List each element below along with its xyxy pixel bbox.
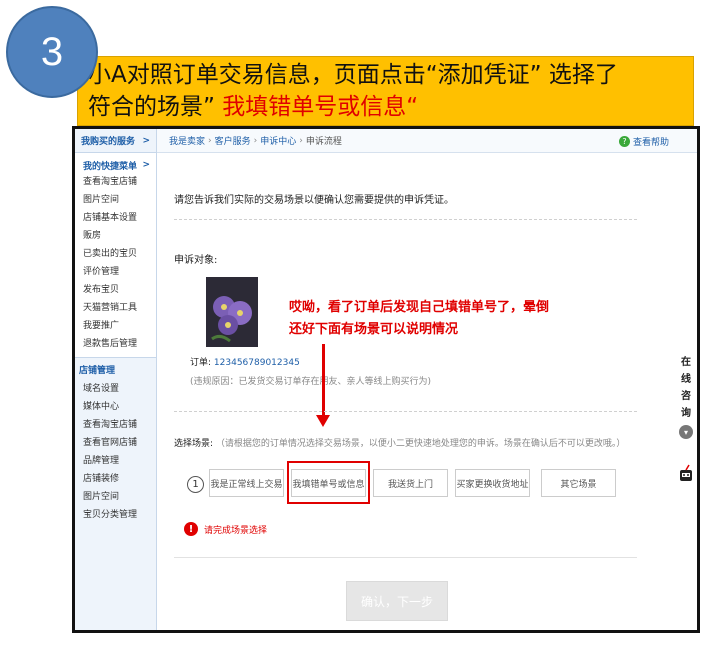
selection-highlight-box bbox=[287, 461, 370, 504]
scenario-hint: （请根据您的订单情况选择交易场景，以便小二更快速地处理您的申诉。场景在确认后不可… bbox=[215, 439, 626, 449]
quick-menu-title[interactable]: 我的快捷菜单 > bbox=[83, 157, 156, 173]
annotation-line-2: 还好下面有场景可以说明情况 bbox=[289, 322, 459, 337]
breadcrumb-link[interactable]: 申诉中心 bbox=[260, 134, 296, 147]
consult-char: 在 bbox=[681, 357, 691, 368]
divider bbox=[174, 557, 637, 558]
violation-reason: (违规原因：已发货交易订单存在朋友、亲人等线上购买行为) bbox=[190, 377, 432, 387]
order-label: 订单: bbox=[190, 358, 212, 368]
divider bbox=[174, 219, 637, 220]
instruction-banner: 小A对照订单交易信息，页面点击“添加凭证” 选择了 符合的场景” 我填错单号或信… bbox=[77, 56, 694, 126]
sidebar-item[interactable]: 店铺装修 bbox=[83, 470, 156, 488]
sidebar-item[interactable]: 店铺基本设置 bbox=[83, 209, 156, 227]
sidebar-item[interactable]: 发布宝贝 bbox=[83, 281, 156, 299]
sidebar-item[interactable]: 查看官网店铺 bbox=[83, 434, 156, 452]
sidebar-item[interactable]: 品牌管理 bbox=[83, 452, 156, 470]
quick-menu: 我的快捷菜单 > 查看淘宝店铺 图片空间 店铺基本设置 贩房 已卖出的宝贝 评价… bbox=[75, 153, 156, 358]
order-number-link[interactable]: 123456789012345 bbox=[214, 358, 300, 368]
scenario-step-number: 1 bbox=[187, 476, 204, 493]
annotation-arrow-line bbox=[322, 344, 325, 419]
sidebar-item[interactable]: 评价管理 bbox=[83, 263, 156, 281]
sidebar-item[interactable]: 我要推广 bbox=[83, 317, 156, 335]
sidebar-item[interactable]: 贩房 bbox=[83, 227, 156, 245]
sidebar-item[interactable]: 域名设置 bbox=[83, 380, 156, 398]
error-message: ! 请完成场景选择 bbox=[184, 522, 267, 536]
online-consult-widget[interactable]: 在 线 咨 询 ▾ bbox=[675, 354, 697, 439]
breadcrumb-current: 申诉流程 bbox=[305, 137, 342, 147]
breadcrumb-link[interactable]: 客户服务 bbox=[215, 134, 251, 147]
step-number-badge: 3 bbox=[6, 6, 98, 98]
order-info: 订单: 123456789012345 bbox=[190, 355, 300, 368]
scenario-option-delivery[interactable]: 我送货上门 bbox=[373, 469, 448, 497]
sidebar-item[interactable]: 退款售后管理 bbox=[83, 335, 156, 353]
annotation-line-1: 哎呦，看了订单后发现自己填错单号了，晕倒 bbox=[289, 300, 550, 315]
sidebar-item[interactable]: 天猫营销工具 bbox=[83, 299, 156, 317]
sidebar-header[interactable]: 我购买的服务 > bbox=[75, 129, 156, 153]
banner-line-2: 符合的场景” 我填错单号或信息“ bbox=[88, 91, 683, 123]
product-image[interactable] bbox=[206, 277, 258, 347]
consult-char: 线 bbox=[681, 374, 691, 385]
consult-char: 询 bbox=[681, 408, 691, 419]
breadcrumb: 我是卖家 › 客户服务 › 申诉中心 › 申诉流程 bbox=[157, 129, 697, 153]
banner-line-1: 小A对照订单交易信息，页面点击“添加凭证” 选择了 bbox=[88, 62, 618, 88]
breadcrumb-separator: › bbox=[299, 135, 303, 146]
sidebar-item[interactable]: 宝贝分类管理 bbox=[83, 506, 156, 524]
breadcrumb-link[interactable]: 我是卖家 bbox=[169, 134, 205, 147]
scenario-option-other[interactable]: 其它场景 bbox=[541, 469, 616, 497]
chevron-down-icon: ▾ bbox=[679, 425, 693, 439]
sidebar-item[interactable]: 图片空间 bbox=[83, 191, 156, 209]
scenario-option-address-change[interactable]: 买家更换收货地址 bbox=[455, 469, 530, 497]
breadcrumb-separator: › bbox=[253, 135, 258, 146]
confirm-next-button[interactable]: 确认，下一步 bbox=[346, 581, 448, 621]
store-menu: 店铺管理 域名设置 媒体中心 查看淘宝店铺 查看官网店铺 品牌管理 店铺装修 图… bbox=[75, 358, 156, 524]
scenario-option-normal[interactable]: 我是正常线上交易 bbox=[209, 469, 284, 497]
banner-line-2-text: 符合的场景” bbox=[88, 94, 223, 120]
sidebar-item[interactable]: 查看淘宝店铺 bbox=[83, 416, 156, 434]
sidebar: 我购买的服务 > 我的快捷菜单 > 查看淘宝店铺 图片空间 店铺基本设置 贩房 … bbox=[75, 129, 157, 630]
error-text: 请完成场景选择 bbox=[204, 525, 268, 536]
arrow-down-icon bbox=[316, 415, 330, 427]
mascot-icon bbox=[680, 464, 692, 481]
store-menu-title[interactable]: 店铺管理 bbox=[79, 362, 156, 380]
breadcrumb-separator: › bbox=[208, 135, 212, 146]
screenshot-frame: 我购买的服务 > 我的快捷菜单 > 查看淘宝店铺 图片空间 店铺基本设置 贩房 … bbox=[72, 126, 700, 633]
scenario-label-text: 选择场景: bbox=[174, 439, 214, 449]
sidebar-header-label: 我购买的服务 bbox=[81, 137, 136, 147]
question-icon: ? bbox=[618, 136, 630, 147]
chevron-right-icon: > bbox=[142, 135, 150, 146]
sidebar-item[interactable]: 媒体中心 bbox=[83, 398, 156, 416]
main-content: 我是卖家 › 客户服务 › 申诉中心 › 申诉流程 ? 查看帮助 请您告诉我们实际的交… bbox=[157, 129, 697, 630]
chevron-right-icon: > bbox=[142, 160, 150, 170]
error-icon: ! bbox=[184, 522, 198, 536]
quick-menu-title-label: 我的快捷菜单 bbox=[83, 161, 138, 172]
appeal-target-label: 申诉对象: bbox=[174, 255, 218, 266]
sidebar-item[interactable]: 已卖出的宝贝 bbox=[83, 245, 156, 263]
scenario-label: 选择场景: （请根据您的订单情况选择交易场景，以便小二更快速地处理您的申诉。场景… bbox=[174, 436, 625, 449]
banner-highlight-text: 我填错单号或信息“ bbox=[222, 94, 419, 120]
help-label: 查看帮助 bbox=[632, 138, 669, 148]
sidebar-item[interactable]: 查看淘宝店铺 bbox=[83, 173, 156, 191]
consult-char: 咨 bbox=[681, 391, 691, 402]
intro-text: 请您告诉我们实际的交易场景以便确认您需要提供的申诉凭证。 bbox=[174, 195, 454, 206]
annotation-text: 哎呦，看了订单后发现自己填错单号了，晕倒 还好下面有场景可以说明情况 bbox=[289, 297, 549, 341]
help-link[interactable]: ? 查看帮助 bbox=[618, 135, 669, 148]
divider bbox=[174, 411, 637, 412]
sidebar-item[interactable]: 图片空间 bbox=[83, 488, 156, 506]
flower-image bbox=[206, 277, 258, 347]
